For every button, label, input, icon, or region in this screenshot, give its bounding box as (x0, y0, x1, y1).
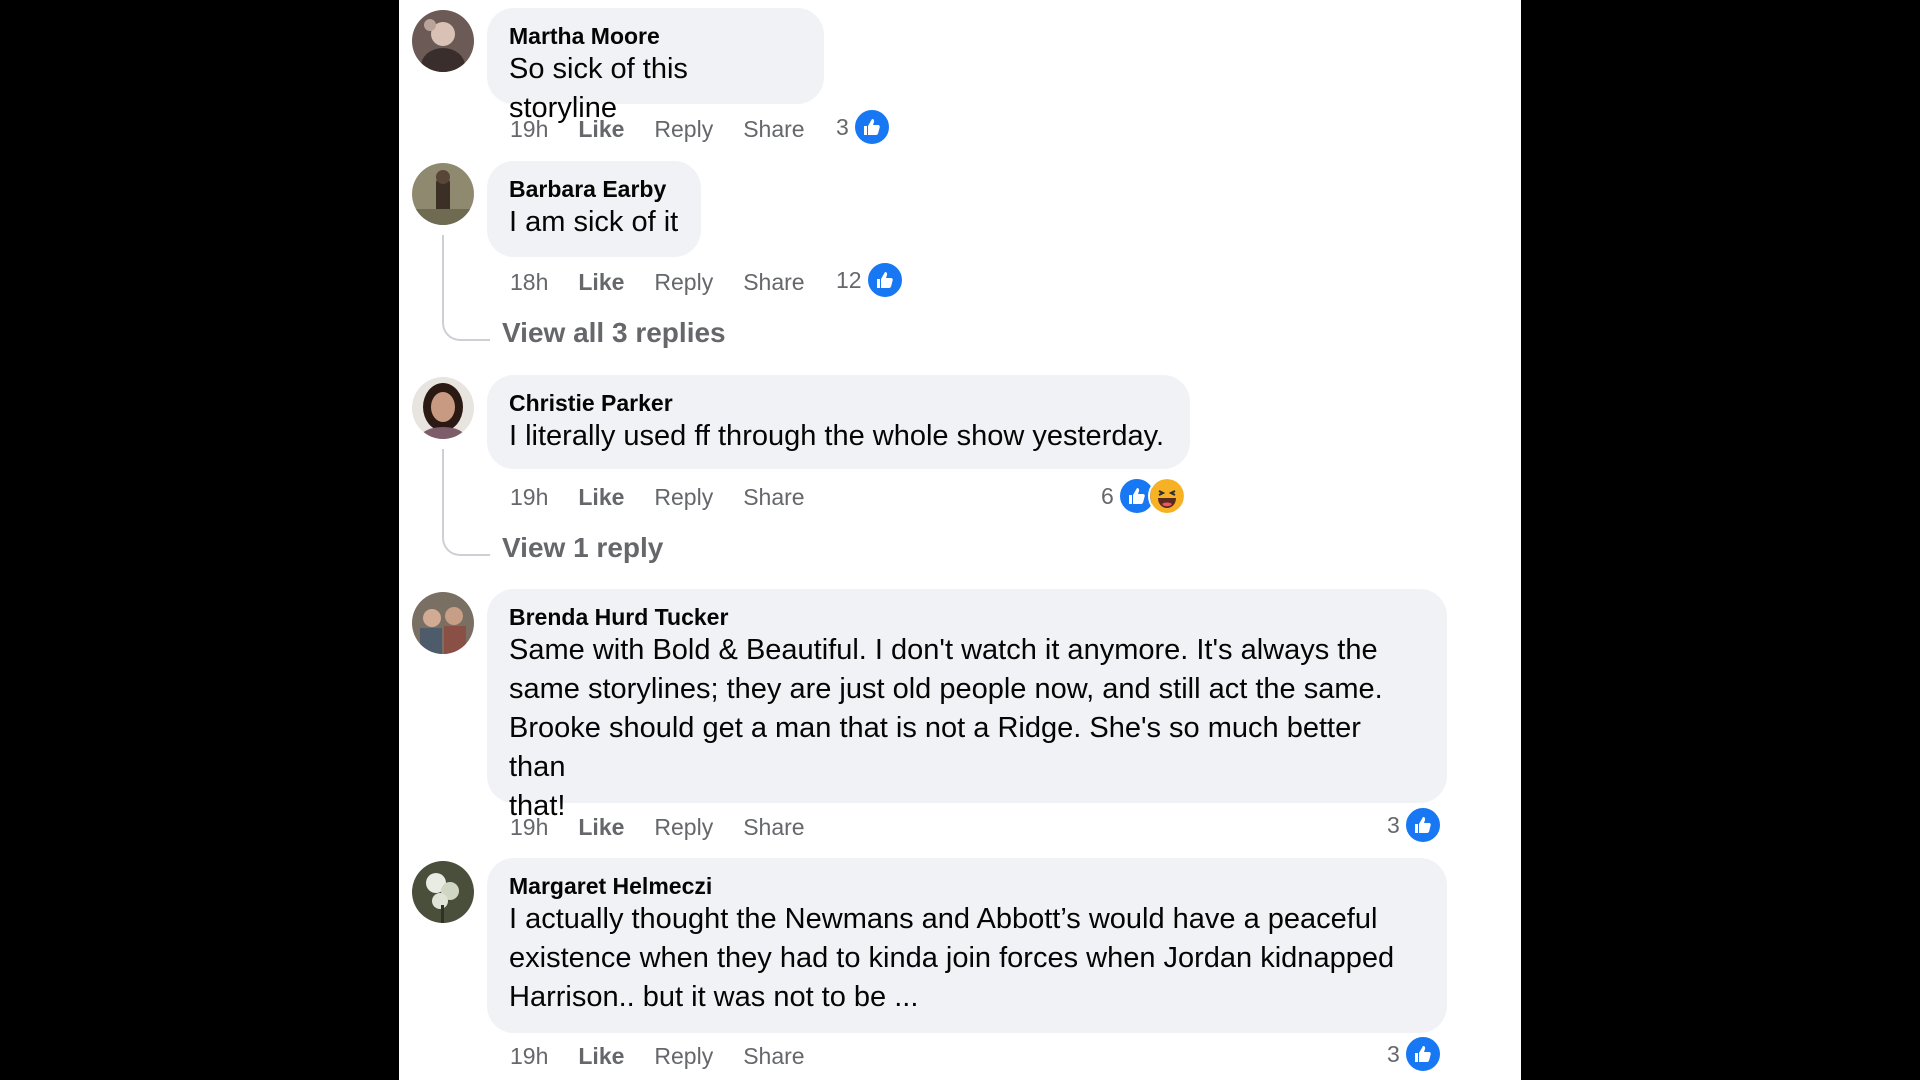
comment-bubble: Brenda Hurd Tucker Same with Bold & Beau… (487, 589, 1447, 822)
comment-actions: 19h Like Reply Share (510, 809, 835, 845)
comment-actions: 19h Like Reply Share (510, 479, 835, 515)
thread-connector (442, 534, 490, 556)
like-button[interactable]: Like (578, 269, 624, 296)
reply-button[interactable]: Reply (654, 116, 713, 143)
avatar[interactable] (412, 592, 474, 654)
comment-timestamp[interactable]: 19h (510, 484, 548, 511)
reaction-summary[interactable]: 6 (1101, 477, 1186, 515)
avatar[interactable] (412, 377, 474, 439)
reply-button[interactable]: Reply (654, 814, 713, 841)
like-icon (852, 108, 891, 146)
comment-actions: 18h Like Reply Share (510, 264, 835, 300)
comment-text-line: I actually thought the Newmans and Abbot… (509, 903, 1378, 935)
comment-timestamp[interactable]: 19h (510, 814, 548, 841)
comment-text-line: existence when they had to kinda join fo… (509, 942, 1395, 974)
comment-text-line: Same with Bold & Beautiful. I don't watc… (509, 634, 1378, 666)
like-button[interactable]: Like (578, 814, 624, 841)
like-button[interactable]: Like (578, 1043, 624, 1070)
comment-timestamp[interactable]: 18h (510, 269, 548, 296)
share-button[interactable]: Share (743, 484, 804, 511)
comment-text-line: same storylines; they are just old peopl… (509, 673, 1383, 705)
share-button[interactable]: Share (743, 1043, 804, 1070)
like-button[interactable]: Like (578, 116, 624, 143)
reaction-count: 6 (1101, 482, 1114, 509)
comment-author[interactable]: Margaret Helmeczi (509, 872, 1425, 900)
thread-connector (442, 319, 490, 341)
comment-actions: 19h Like Reply Share (510, 1038, 835, 1074)
avatar[interactable] (412, 10, 474, 72)
view-replies-link[interactable]: View 1 reply (502, 532, 663, 564)
reaction-count: 3 (836, 113, 849, 140)
comment-bubble: Martha Moore So sick of this storyline (487, 8, 824, 124)
comment-text-line: Harrison.. but it was not to be ... (509, 981, 919, 1013)
comment-timestamp[interactable]: 19h (510, 1043, 548, 1070)
comments-panel: Martha Moore So sick of this storyline 1… (399, 0, 1521, 1080)
comment-text-line: I literally used ff through the whole sh… (509, 420, 1165, 452)
haha-icon (1147, 477, 1186, 515)
like-button[interactable]: Like (578, 484, 624, 511)
comment-text-line: Brooke should get a man that is not a Ri… (509, 712, 1361, 783)
reaction-count: 3 (1387, 1040, 1400, 1067)
comment-actions: 19h Like Reply Share (510, 111, 835, 147)
reaction-count: 3 (1387, 811, 1400, 838)
comment-text-line: I am sick of it (509, 206, 679, 238)
reply-button[interactable]: Reply (654, 269, 713, 296)
comment-bubble: Barbara Earby I am sick of it (487, 161, 701, 257)
comment-author[interactable]: Martha Moore (509, 22, 802, 50)
avatar[interactable] (412, 163, 474, 225)
reaction-summary[interactable]: 3 (836, 108, 891, 146)
share-button[interactable]: Share (743, 269, 804, 296)
comment-bubble: Margaret Helmeczi I actually thought the… (487, 858, 1447, 1033)
share-button[interactable]: Share (743, 814, 804, 841)
reaction-summary[interactable]: 3 (1387, 1035, 1442, 1073)
comment-timestamp[interactable]: 19h (510, 116, 548, 143)
reaction-summary[interactable]: 3 (1387, 806, 1442, 844)
like-icon (1403, 806, 1442, 844)
reaction-count: 12 (836, 266, 862, 293)
thread-line (442, 449, 444, 535)
share-button[interactable]: Share (743, 116, 804, 143)
comment-author[interactable]: Christie Parker (509, 389, 1168, 417)
comment-author[interactable]: Brenda Hurd Tucker (509, 603, 1425, 631)
avatar[interactable] (412, 861, 474, 923)
reaction-summary[interactable]: 12 (836, 261, 904, 299)
like-icon (865, 261, 904, 299)
comment-bubble: Christie Parker I literally used ff thro… (487, 375, 1190, 469)
comment-author[interactable]: Barbara Earby (509, 175, 679, 203)
reply-button[interactable]: Reply (654, 484, 713, 511)
view-replies-link[interactable]: View all 3 replies (502, 317, 726, 349)
like-icon (1403, 1035, 1442, 1073)
reply-button[interactable]: Reply (654, 1043, 713, 1070)
thread-line (442, 235, 444, 319)
